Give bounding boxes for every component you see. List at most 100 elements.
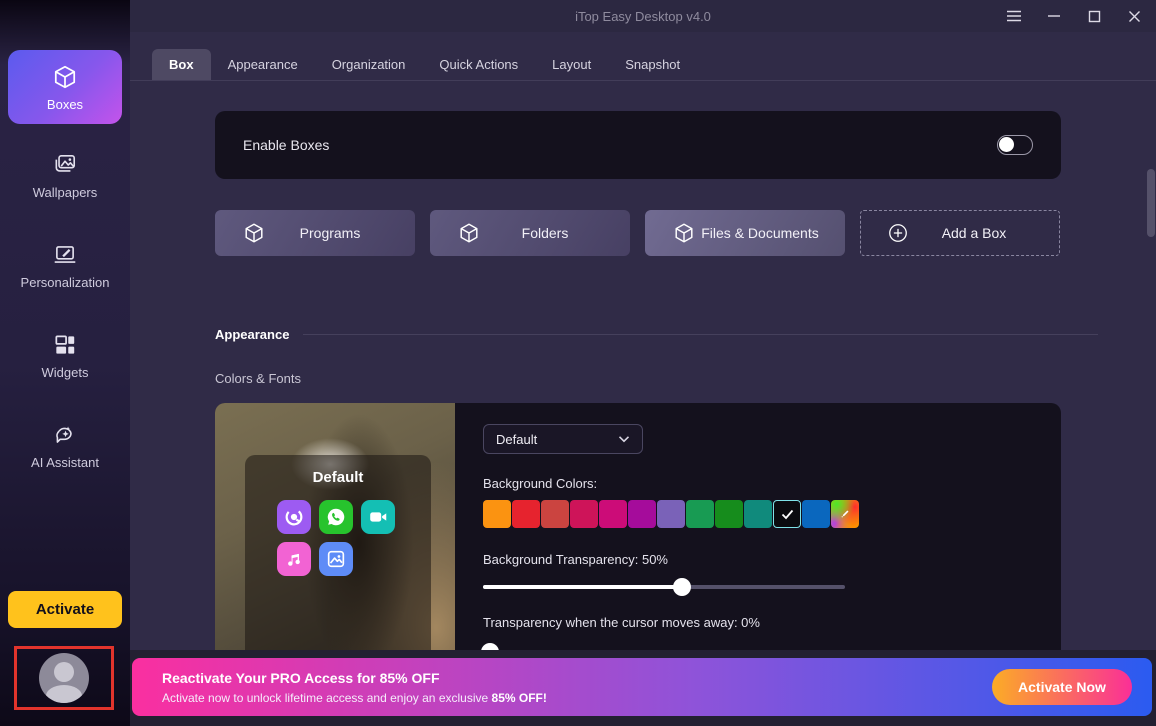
theme-select[interactable]: Default — [483, 424, 643, 454]
sidebar-item-personalization[interactable]: Personalization — [8, 232, 122, 300]
enable-boxes-label: Enable Boxes — [243, 137, 997, 153]
wallpapers-icon — [52, 152, 78, 178]
footer: Reactivate Your PRO Access for 85% OFF A… — [130, 650, 1156, 726]
slider-fill — [483, 585, 682, 589]
enable-boxes-toggle[interactable] — [997, 135, 1033, 155]
eyedropper-icon — [838, 507, 852, 521]
toggle-knob — [999, 137, 1014, 152]
avatar-head — [54, 662, 74, 682]
box-preview: Default — [245, 455, 431, 658]
tab-layout[interactable]: Layout — [535, 49, 608, 80]
maximize-icon[interactable] — [1080, 3, 1108, 29]
promo-title: Reactivate Your PRO Access for 85% OFF — [162, 670, 992, 686]
chevron-down-icon — [618, 435, 630, 443]
titlebar: iTop Easy Desktop v4.0 — [130, 0, 1156, 32]
tab-appearance[interactable]: Appearance — [211, 49, 315, 80]
account-avatar-highlight[interactable] — [14, 646, 114, 710]
cube-icon — [673, 222, 695, 244]
color-swatch[interactable] — [628, 500, 656, 528]
promo-subtitle-text: Activate now to unlock lifetime access a… — [162, 691, 492, 705]
menu-icon[interactable] — [1000, 3, 1028, 29]
color-swatch[interactable] — [570, 500, 598, 528]
box-label: Folders — [480, 225, 630, 241]
cube-icon — [52, 64, 78, 90]
window-controls — [1000, 0, 1148, 32]
section-title: Appearance — [215, 327, 289, 342]
sidebar-item-widgets[interactable]: Widgets — [8, 322, 122, 390]
background-transparency-slider[interactable] — [483, 585, 845, 589]
box-preview-icons — [245, 486, 425, 576]
wallpaper-preview: Default — [215, 403, 455, 658]
settings-tabs: Box Appearance Organization Quick Action… — [130, 48, 1156, 81]
colors-fonts-controls: Default Background Colors: — [455, 403, 1061, 658]
tab-box[interactable]: Box — [152, 49, 211, 80]
cube-icon — [458, 222, 480, 244]
sidebar-item-label: AI Assistant — [31, 455, 99, 470]
whatsapp-icon — [319, 500, 353, 534]
activate-now-button[interactable]: Activate Now — [992, 669, 1132, 705]
enable-boxes-row: Enable Boxes — [215, 111, 1061, 179]
color-swatch[interactable] — [715, 500, 743, 528]
sidebar-item-label: Widgets — [42, 365, 89, 380]
avatar[interactable] — [39, 653, 89, 703]
sidebar: Boxes Wallpapers Personal — [0, 0, 130, 726]
promo-subtitle-highlight: 85% OFF! — [492, 691, 547, 705]
tab-snapshot[interactable]: Snapshot — [608, 49, 697, 80]
color-swatch[interactable] — [541, 500, 569, 528]
box-preview-title: Default — [245, 469, 431, 486]
promo-text: Reactivate Your PRO Access for 85% OFF A… — [162, 670, 992, 705]
photos-icon — [319, 542, 353, 576]
add-a-box-label: Add a Box — [909, 225, 1059, 241]
appearance-section-header: Appearance — [215, 327, 1098, 342]
background-transparency-label: Background Transparency: 50% — [483, 552, 1061, 567]
avatar-body — [46, 685, 82, 703]
color-swatch[interactable] — [686, 500, 714, 528]
personalization-icon — [52, 242, 78, 268]
video-icon — [361, 500, 395, 534]
box-folders-button[interactable]: Folders — [430, 210, 630, 256]
section-divider — [303, 334, 1098, 335]
sidebar-item-boxes[interactable]: Boxes — [8, 50, 122, 124]
custom-color-picker-swatch[interactable] — [831, 500, 859, 528]
background-colors-label: Background Colors: — [483, 476, 1061, 491]
cursor-transparency-label: Transparency when the cursor moves away:… — [483, 615, 1061, 630]
box-programs-button[interactable]: Programs — [215, 210, 415, 256]
main-content: Enable Boxes Programs Folders — [130, 81, 1156, 650]
color-swatch-selected[interactable] — [773, 500, 801, 528]
minimize-icon[interactable] — [1040, 3, 1068, 29]
background-color-swatches — [483, 500, 1061, 528]
app-window: Boxes Wallpapers Personal — [0, 0, 1156, 726]
box-files-documents-button[interactable]: Files & Documents — [645, 210, 845, 256]
vertical-scrollbar[interactable] — [1147, 169, 1155, 237]
color-swatch[interactable] — [599, 500, 627, 528]
sidebar-item-wallpapers[interactable]: Wallpapers — [8, 142, 122, 210]
sidebar-item-ai-assistant[interactable]: AI Assistant — [8, 412, 122, 480]
slider-thumb[interactable] — [673, 578, 691, 596]
music-icon — [277, 542, 311, 576]
add-a-box-button[interactable]: Add a Box — [860, 210, 1060, 256]
cube-icon — [243, 222, 265, 244]
box-buttons-row: Programs Folders Files & Documents Add a… — [215, 210, 1060, 256]
color-swatch[interactable] — [744, 500, 772, 528]
box-label: Programs — [265, 225, 415, 241]
chrome-icon — [277, 500, 311, 534]
theme-select-value: Default — [496, 432, 618, 447]
sidebar-item-label: Boxes — [47, 97, 83, 112]
activate-button[interactable]: Activate — [8, 591, 122, 628]
tab-organization[interactable]: Organization — [315, 49, 423, 80]
color-swatch[interactable] — [512, 500, 540, 528]
close-icon[interactable] — [1120, 3, 1148, 29]
widgets-icon — [52, 332, 78, 358]
color-swatch[interactable] — [657, 500, 685, 528]
colors-fonts-panel: Default — [215, 403, 1061, 658]
color-swatch[interactable] — [802, 500, 830, 528]
check-icon — [781, 509, 794, 520]
promo-subtitle: Activate now to unlock lifetime access a… — [162, 691, 992, 705]
box-label: Files & Documents — [695, 225, 845, 241]
ai-assistant-icon — [52, 422, 78, 448]
sidebar-item-label: Personalization — [21, 275, 110, 290]
colors-fonts-label: Colors & Fonts — [215, 371, 301, 386]
color-swatch[interactable] — [483, 500, 511, 528]
tab-quick-actions[interactable]: Quick Actions — [422, 49, 535, 80]
sidebar-item-label: Wallpapers — [33, 185, 98, 200]
